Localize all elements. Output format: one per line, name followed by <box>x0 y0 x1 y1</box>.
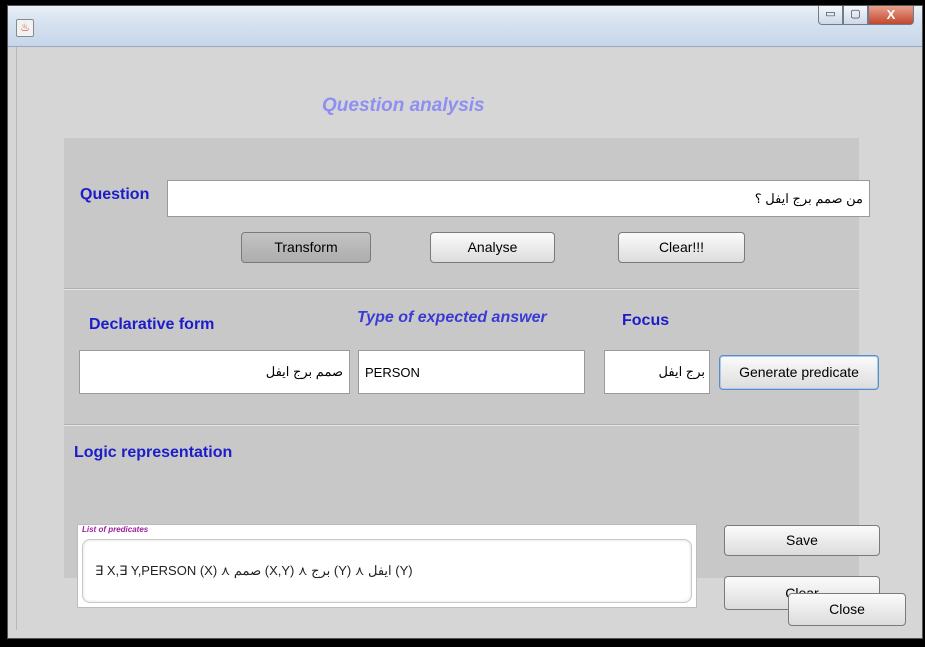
question-label: Question <box>80 186 150 203</box>
minimize-button[interactable]: ▭ <box>818 6 843 25</box>
maximize-button[interactable]: ▢ <box>843 6 868 25</box>
analyse-button[interactable]: Analyse <box>430 232 555 263</box>
focus-label: Focus <box>622 312 670 329</box>
clear-question-button[interactable]: Clear!!! <box>618 232 745 263</box>
focus-field[interactable]: برج ايفل <box>604 350 710 394</box>
client-area: Question analysis Question من صمم برج اي… <box>16 47 914 630</box>
title-bar: ♨ ▭ ▢ X <box>8 6 922 47</box>
close-window-button[interactable]: X <box>868 6 914 25</box>
answer-type-label: Type of expected answer <box>357 309 547 326</box>
main-window: ♨ ▭ ▢ X Question analysis Question من صم… <box>7 5 923 639</box>
predicates-panel: List of predicates ∃ X,∃ Y,PERSON (X) ⋏ … <box>77 524 697 608</box>
declarative-form-field[interactable]: صمم برج ايفل <box>79 350 350 394</box>
answer-type-field[interactable]: PERSON <box>358 350 585 394</box>
predicates-list-title: List of predicates <box>82 525 149 534</box>
declarative-form-label: Declarative form <box>89 316 215 333</box>
analysis-panel: Question من صمم برج ايفل ؟ Transform Ana… <box>64 138 880 610</box>
divider-bottom <box>64 424 859 426</box>
transform-button[interactable]: Transform <box>241 232 371 263</box>
window-controls: ▭ ▢ X <box>818 6 914 25</box>
predicates-text-area[interactable]: ∃ X,∃ Y,PERSON (X) ⋏ صمم (X,Y) ⋏ برج (Y)… <box>82 539 692 603</box>
generate-predicate-button[interactable]: Generate predicate <box>719 355 879 390</box>
logic-representation-label: Logic representation <box>74 444 233 461</box>
question-input[interactable]: من صمم برج ايفل ؟ <box>167 180 870 217</box>
close-button[interactable]: Close <box>788 593 906 626</box>
divider-top <box>64 288 859 290</box>
page-title: Question analysis <box>322 95 485 116</box>
java-cup-icon: ♨ <box>16 19 34 37</box>
save-button[interactable]: Save <box>724 525 880 556</box>
